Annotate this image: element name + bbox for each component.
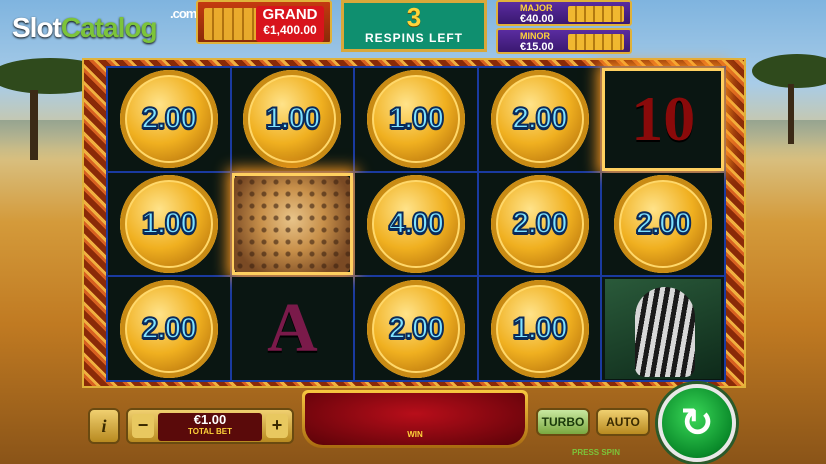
coin-value: 2.00 — [511, 206, 568, 241]
reel-grid: 2.00 1.00 1.00 2.00 10 1.00 4.00 2.00 2.… — [106, 66, 726, 382]
tree-right-trunk — [788, 84, 794, 144]
reel-cell: 2.00 — [108, 68, 230, 171]
respins-label: RESPINS LEFT — [364, 31, 463, 45]
coin-symbol: 1.00 — [243, 70, 342, 169]
major-label: MAJOR — [520, 3, 553, 13]
coin-symbol: 1.00 — [366, 70, 465, 169]
coin-value: 2.00 — [511, 101, 568, 136]
reel-frame: 2.00 1.00 1.00 2.00 10 1.00 4.00 2.00 2.… — [82, 58, 746, 388]
coin-value: 2.00 — [141, 311, 198, 346]
cheetah-icon — [234, 175, 351, 272]
coin-stack-icon — [568, 34, 624, 50]
grand-jackpot-box: GRAND €1,400.00 — [256, 6, 324, 42]
reel-cell: 2.00 — [108, 277, 230, 380]
reel-cell: 2.00 — [602, 172, 724, 276]
ten-symbol: 10 — [631, 83, 696, 155]
grand-label: GRAND — [262, 6, 318, 23]
coin-stack-icon — [204, 8, 258, 40]
respins-count: 3 — [406, 2, 422, 32]
reel-cell-highlighted: 10 — [602, 68, 724, 171]
reel-cell — [602, 277, 724, 380]
reel-cell: 1.00 — [355, 68, 477, 171]
coin-symbol: 2.00 — [490, 70, 589, 169]
coin-value: 4.00 — [388, 206, 445, 241]
reel-cell: 1.00 — [108, 172, 230, 276]
reel-cell: 2.00 — [355, 277, 477, 380]
logo-text-2: Catalog — [60, 12, 158, 43]
brand-logo: SlotCatalog .com — [12, 6, 197, 44]
win-panel: WIN — [305, 393, 525, 445]
logo-suffix: .com — [170, 6, 197, 21]
reel-cell-highlighted — [231, 172, 354, 276]
coin-value: 2.00 — [141, 101, 198, 136]
decrease-bet-button[interactable]: − — [132, 414, 154, 438]
press-spin-label: PRESS SPIN — [572, 448, 621, 457]
bet-selector: − €1.00 TOTAL BET + — [126, 408, 294, 444]
auto-button[interactable]: AUTO — [596, 408, 650, 436]
coin-value: 2.00 — [635, 206, 692, 241]
reel-cell: 1.00 — [478, 277, 601, 380]
respins-counter: 3 RESPINS LEFT — [341, 0, 487, 52]
spin-button[interactable]: ↻ — [658, 384, 736, 462]
tree-left-trunk — [30, 90, 38, 160]
reel-cell: 2.00 — [478, 68, 601, 171]
grand-value: €1,400.00 — [263, 23, 317, 37]
win-display: WIN — [302, 390, 528, 448]
major-value: €40.00 — [520, 13, 554, 25]
bet-display: €1.00 TOTAL BET — [158, 413, 262, 441]
coin-stack-icon — [568, 6, 624, 22]
coin-value: 1.00 — [141, 206, 198, 241]
reel-cell: 1.00 — [231, 68, 354, 171]
grand-jackpot: GRAND €1,400.00 — [196, 0, 332, 44]
coin-symbol: 2.00 — [614, 174, 713, 273]
coin-value: 1.00 — [511, 311, 568, 346]
coin-symbol: 2.00 — [490, 174, 589, 273]
minor-jackpot: MINOR €15.00 — [496, 28, 632, 54]
bet-label: TOTAL BET — [188, 427, 232, 436]
tree-right — [752, 54, 826, 88]
bet-amount: €1.00 — [193, 412, 227, 427]
coin-value: 1.00 — [264, 101, 321, 136]
info-button[interactable]: i — [88, 408, 120, 444]
coin-value: 1.00 — [388, 101, 445, 136]
coin-symbol: 4.00 — [366, 174, 465, 273]
coin-symbol: 2.00 — [119, 279, 218, 378]
coin-value: 2.00 — [388, 311, 445, 346]
control-bar: i − €1.00 TOTAL BET + WIN TURBO AUTO — [88, 390, 650, 448]
reel-cell: 2.00 — [478, 172, 601, 276]
increase-bet-button[interactable]: + — [266, 414, 288, 438]
turbo-button[interactable]: TURBO — [536, 408, 590, 436]
logo-text-1: Slot — [12, 12, 62, 43]
major-jackpot: MAJOR €40.00 — [496, 0, 632, 26]
minor-label: MINOR — [520, 31, 550, 41]
refresh-icon: ↻ — [680, 400, 714, 446]
jackpot-bar: GRAND €1,400.00 3 RESPINS LEFT MAJOR €40… — [196, 0, 632, 56]
coin-symbol: 2.00 — [119, 70, 218, 169]
coin-symbol: 2.00 — [366, 279, 465, 378]
minor-value: €15.00 — [520, 41, 554, 53]
coin-symbol: 1.00 — [490, 279, 589, 378]
a-symbol: A — [267, 289, 318, 367]
coin-symbol: 1.00 — [119, 174, 218, 273]
zebra-icon — [605, 278, 722, 379]
win-label: WIN — [407, 430, 423, 439]
reel-cell: A — [231, 277, 354, 380]
reel-cell: 4.00 — [355, 172, 477, 276]
